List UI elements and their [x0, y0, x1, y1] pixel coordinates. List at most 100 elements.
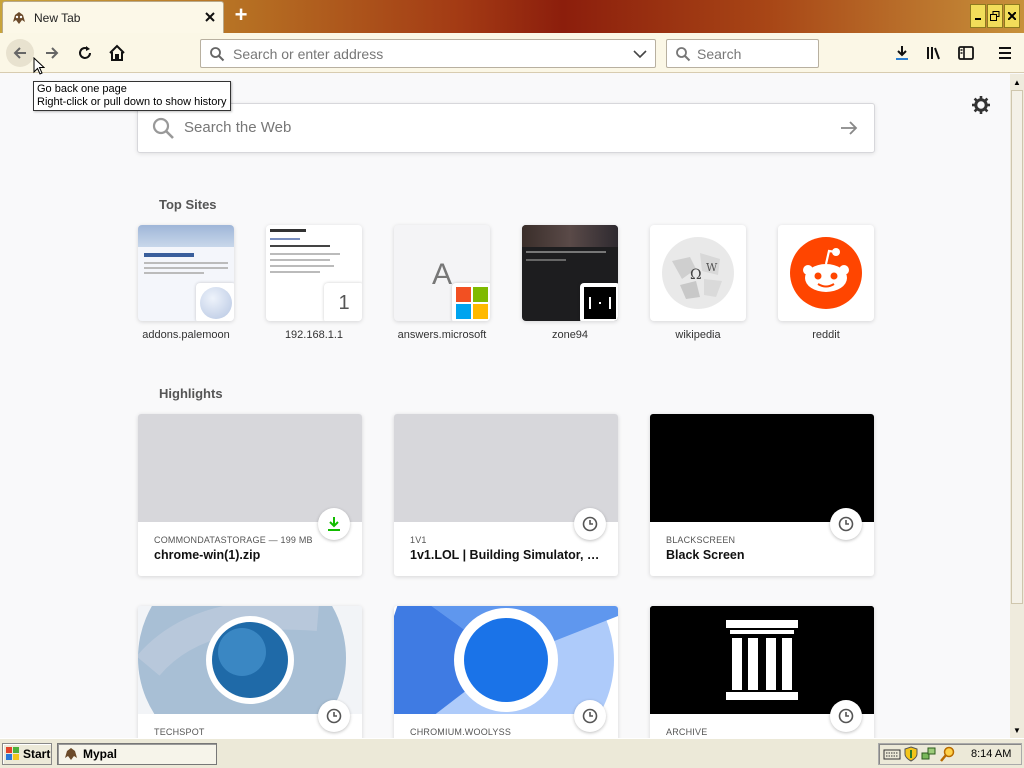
restore-button[interactable]: [987, 4, 1003, 28]
tooltip-line-1: Go back one page: [37, 83, 127, 95]
highlight-preview: [138, 414, 362, 522]
highlight-card[interactable]: BLACKSCREEN Black Screen: [650, 414, 874, 576]
keyboard-icon[interactable]: [883, 747, 901, 761]
forward-arrow-icon: [46, 47, 59, 59]
magnifier-tray-icon[interactable]: [940, 746, 956, 762]
clock: 8:14 AM: [971, 748, 1012, 760]
highlight-badge: [574, 508, 606, 540]
wikipedia-globe-icon: Ω W: [662, 237, 734, 309]
top-site-tile[interactable]: reddit: [778, 225, 874, 341]
downloads-button[interactable]: [888, 39, 916, 67]
highlight-preview: [138, 606, 362, 714]
back-button[interactable]: [6, 39, 34, 67]
highlight-card[interactable]: CHROMIUM.WOOLYSS: [394, 606, 618, 738]
highlight-host: ARCHIVE: [666, 727, 708, 737]
scroll-down-arrow-icon[interactable]: ▼: [1010, 723, 1024, 737]
clock-icon: [838, 708, 854, 724]
sidebar-icon: [958, 46, 974, 60]
sidebar-button[interactable]: [952, 39, 980, 67]
library-icon: [927, 47, 940, 60]
zone94-icon: [584, 287, 616, 319]
search-bar[interactable]: [666, 39, 819, 68]
scroll-up-arrow-icon[interactable]: ▲: [1010, 75, 1024, 89]
scrollbar-thumb[interactable]: [1011, 90, 1023, 604]
highlight-badge: [318, 508, 350, 540]
start-button[interactable]: Start: [2, 743, 52, 765]
thumbnail-header: [138, 225, 234, 247]
address-input[interactable]: [233, 46, 623, 62]
top-site-tile[interactable]: addons.palemoon: [138, 225, 234, 341]
tooltip-line-2: Right-click or pull down to show history: [37, 96, 227, 108]
highlight-badge: [318, 700, 350, 732]
download-icon: [328, 517, 340, 531]
highlight-title: Black Screen: [666, 548, 745, 562]
web-search-input[interactable]: [184, 119, 824, 136]
new-tab-page: Top Sites addons.palemoon 1 192.168.1.1: [0, 74, 1010, 738]
thumbnail-text: [270, 259, 330, 261]
taskbar-item-label: Mypal: [83, 747, 118, 761]
top-site-tile[interactable]: A answers.microsoft: [394, 225, 490, 341]
reload-button[interactable]: [71, 39, 99, 67]
thumbnail-text: [526, 251, 606, 253]
highlight-badge: [830, 700, 862, 732]
search-icon: [210, 47, 225, 62]
highlight-badge: [830, 508, 862, 540]
site-label: zone94: [551, 329, 589, 341]
top-site-tile[interactable]: 1 192.168.1.1: [266, 225, 362, 341]
microsoft-logo-icon: [456, 287, 488, 319]
thumbnail-header: [522, 225, 618, 247]
highlight-preview: [394, 606, 618, 714]
new-tab-button[interactable]: +: [229, 4, 253, 28]
thumbnail-text: [270, 238, 300, 240]
highlight-card[interactable]: ARCHIVE: [650, 606, 874, 738]
arrow-right-icon[interactable]: [840, 120, 858, 136]
highlight-card[interactable]: 1V1 1v1.LOL | Building Simulator, Ba...: [394, 414, 618, 576]
web-search-box[interactable]: [137, 103, 875, 153]
network-icon[interactable]: [921, 746, 937, 762]
search-input[interactable]: [697, 46, 815, 62]
home-button[interactable]: [103, 39, 131, 67]
top-site-tile[interactable]: Ω W wikipedia: [650, 225, 746, 341]
site-thumbnail: 1: [266, 225, 362, 321]
highlight-host: TECHSPOT: [154, 727, 205, 737]
home-icon: [109, 44, 125, 61]
tab-new-tab[interactable]: New Tab: [2, 1, 224, 33]
menu-button[interactable]: [991, 39, 1019, 67]
site-thumbnail: [778, 225, 874, 321]
mypal-icon: [13, 12, 25, 24]
site-favicon: [580, 283, 618, 321]
taskbar-item-mypal[interactable]: Mypal: [57, 743, 217, 765]
vertical-scrollbar[interactable]: ▲ ▼: [1010, 74, 1024, 738]
back-button-tooltip: Go back one page Right-click or pull dow…: [33, 81, 231, 111]
highlight-host: 1V1: [410, 535, 427, 545]
highlight-preview: [394, 414, 618, 522]
shield-icon[interactable]: [904, 746, 918, 762]
close-tab-icon[interactable]: [202, 9, 218, 25]
navigation-toolbar: [0, 33, 1024, 73]
mouse-cursor-icon: [33, 57, 45, 75]
thumbnail-text: [270, 253, 340, 255]
site-label: addons.palemoon: [142, 329, 230, 341]
top-sites-heading: Top Sites: [159, 197, 217, 212]
library-button[interactable]: [920, 39, 948, 67]
address-bar[interactable]: [200, 39, 656, 68]
reload-icon: [79, 46, 91, 59]
restore-icon: [990, 11, 1000, 21]
thumbnail-text: [270, 265, 334, 267]
minimize-button[interactable]: [970, 4, 986, 28]
site-thumbnail: Ω W: [650, 225, 746, 321]
highlight-preview: [650, 606, 874, 714]
gear-icon[interactable]: [971, 95, 991, 115]
highlight-card[interactable]: TECHSPOT: [138, 606, 362, 738]
top-site-tile[interactable]: zone94: [522, 225, 618, 341]
taskbar: Start Mypal 8:14 AM: [0, 738, 1024, 768]
highlight-card[interactable]: COMMONDATASTORAGE — 199 MB chrome-win(1)…: [138, 414, 362, 576]
highlights-heading: Highlights: [159, 386, 223, 401]
close-window-button[interactable]: [1004, 4, 1020, 28]
chrome-canary-icon: [138, 606, 362, 714]
thumbnail-text: [270, 271, 320, 273]
site-label: wikipedia: [675, 329, 721, 341]
chevron-down-icon[interactable]: [633, 48, 647, 60]
highlight-host: BLACKSCREEN: [666, 535, 736, 545]
tab-strip: New Tab +: [0, 0, 1024, 33]
